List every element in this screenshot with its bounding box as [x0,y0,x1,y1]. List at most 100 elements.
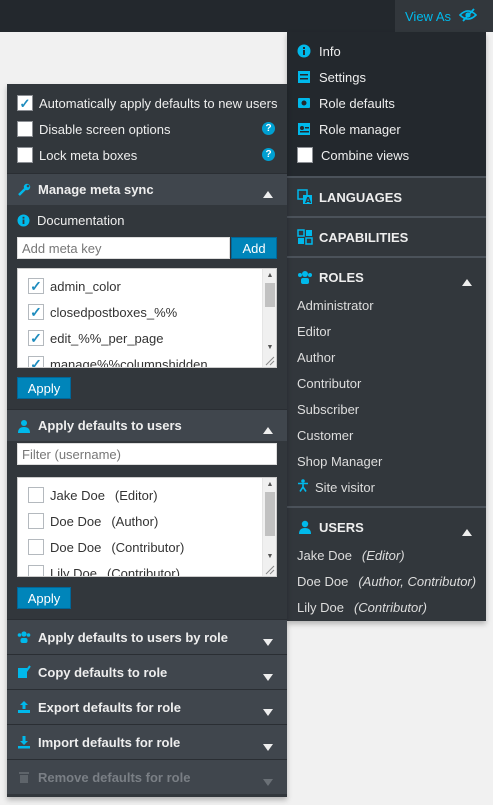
users-group-icon [17,630,31,644]
section-title: Apply defaults to users by role [38,629,228,645]
role-label: Editor [297,323,331,339]
roles-section-header[interactable]: ROLES [287,256,486,296]
role-item-customer[interactable]: Customer [287,422,486,448]
meta-sync-apply-button[interactable]: Apply [17,377,71,399]
download-icon [17,735,31,749]
collapse-arrow-icon [462,274,472,289]
scroll-down-icon[interactable]: ▼ [263,550,276,562]
users-section-header[interactable]: USERS [287,506,486,546]
view-as-menu[interactable]: View As [395,0,493,32]
options-group: ✓ Automatically apply defaults to new us… [7,84,287,168]
svg-text:A: A [305,196,312,205]
user-checkbox[interactable] [28,565,44,576]
info-icon [297,44,311,58]
add-meta-button[interactable]: Add [231,237,277,259]
section-title: Export defaults for role [38,699,182,715]
help-icon[interactable]: ? [262,148,275,161]
section-title: Apply defaults to users [38,418,182,433]
user-item[interactable]: Doe Doe (Author, Contributor) [287,568,486,594]
disable-screen-options-checkbox[interactable] [17,121,33,137]
copy-defaults-header[interactable]: Copy defaults to role [7,654,287,689]
user-checkbox[interactable] [28,513,44,529]
role-label: Contributor [297,375,362,391]
list-item[interactable]: ✓ manage%%columnshidden [18,351,276,367]
username-filter-input[interactable]: Filter (username) [17,443,277,465]
user-name: Jake Doe [297,547,352,563]
meta-key-input[interactable]: Add meta key [17,237,231,259]
scrollbar-thumb[interactable] [265,492,275,536]
meta-key-checkbox[interactable]: ✓ [28,356,44,367]
menu-item-label: Settings [319,69,366,85]
list-item[interactable]: ✓ closedpostboxes_%% [18,299,276,325]
role-item-site-visitor[interactable]: Site visitor [287,474,486,500]
apply-by-role-header[interactable]: Apply defaults to users by role [7,619,287,654]
accessibility-icon [297,479,309,495]
scrollbar[interactable]: ▲ ▼ [262,478,276,576]
role-item-shop-manager[interactable]: Shop Manager [287,448,486,474]
option-disable-screen-options[interactable]: Disable screen options ? [7,116,287,142]
users-title: USERS [319,519,364,535]
auto-apply-checkbox[interactable]: ✓ [17,95,33,111]
list-item[interactable]: Jake Doe (Editor) [18,482,276,508]
help-icon[interactable]: ? [262,122,275,135]
meta-key-label: edit_%%_per_page [50,330,164,346]
option-auto-apply[interactable]: ✓ Automatically apply defaults to new us… [7,90,287,116]
list-item[interactable]: ✓ edit_%%_per_page [18,325,276,351]
scroll-up-icon[interactable]: ▲ [263,269,276,281]
menu-item-info[interactable]: Info [287,38,486,64]
meta-key-checkbox[interactable]: ✓ [28,304,44,320]
trash-icon [17,770,31,784]
user-icon [17,419,31,433]
list-item[interactable]: Lily Doe (Contributor) [18,560,276,576]
user-checkbox[interactable] [28,539,44,555]
meta-sync-body: Documentation Add meta key Add ✓ admin_co… [7,205,287,409]
meta-keys-list[interactable]: ✓ admin_color ✓ closedpostboxes_%% ✓ edit_%… [17,268,277,368]
apply-users-body: Filter (username) Jake Doe (Editor) Doe D… [7,441,287,619]
users-group-icon [297,269,313,285]
option-lock-meta-boxes[interactable]: Lock meta boxes ? [7,142,287,168]
collapse-arrow-icon [462,524,472,539]
menu-item-settings[interactable]: Settings [287,64,486,90]
combine-views-checkbox[interactable] [297,147,313,163]
scrollbar-thumb[interactable] [265,283,275,307]
resize-grip-icon[interactable] [263,563,275,575]
menu-item-role-manager[interactable]: Role manager [287,116,486,142]
role-item-editor[interactable]: Editor [287,318,486,344]
scrollbar[interactable]: ▲ ▼ [262,269,276,367]
scroll-down-icon[interactable]: ▼ [263,341,276,353]
admin-bar: View As [0,0,493,32]
role-item-author[interactable]: Author [287,344,486,370]
resize-grip-icon[interactable] [263,354,275,366]
menu-item-label: Info [319,43,341,59]
remove-defaults-header[interactable]: Remove defaults for role [7,759,287,794]
role-item-contributor[interactable]: Contributor [287,370,486,396]
scroll-up-icon[interactable]: ▲ [263,478,276,490]
user-role: (Editor) [114,487,158,503]
list-item[interactable]: Doe Doe (Contributor) [18,534,276,560]
languages-section[interactable]: A LANGUAGES [287,176,486,216]
role-label: Subscriber [297,401,360,417]
collapse-arrow-icon [263,422,273,437]
menu-item-role-defaults[interactable]: Role defaults [287,90,486,116]
list-item[interactable]: ✓ admin_color [18,273,276,299]
user-item[interactable]: Lily Doe (Contributor) [287,594,486,620]
apply-users-button[interactable]: Apply [17,587,71,609]
menu-item-combine-views[interactable]: Combine views [287,142,486,168]
user-checkbox[interactable] [28,487,44,503]
meta-sync-header[interactable]: Manage meta sync [7,173,287,205]
role-item-subscriber[interactable]: Subscriber [287,396,486,422]
option-label: Lock meta boxes [39,147,138,163]
upload-icon [17,700,31,714]
capabilities-section[interactable]: CAPABILITIES [287,216,486,256]
export-defaults-header[interactable]: Export defaults for role [7,689,287,724]
apply-users-header[interactable]: Apply defaults to users [7,409,287,441]
lock-meta-boxes-checkbox[interactable] [17,147,33,163]
users-select-list[interactable]: Jake Doe (Editor) Doe Doe (Author) Doe Doe… [17,477,277,577]
translation-icon: A [297,189,313,205]
meta-key-checkbox[interactable]: ✓ [28,278,44,294]
meta-key-checkbox[interactable]: ✓ [28,330,44,346]
documentation-link[interactable]: Documentation [17,209,277,231]
list-item[interactable]: Doe Doe (Author) [18,508,276,534]
import-defaults-header[interactable]: Import defaults for role [7,724,287,759]
id-badge-icon [297,122,311,136]
